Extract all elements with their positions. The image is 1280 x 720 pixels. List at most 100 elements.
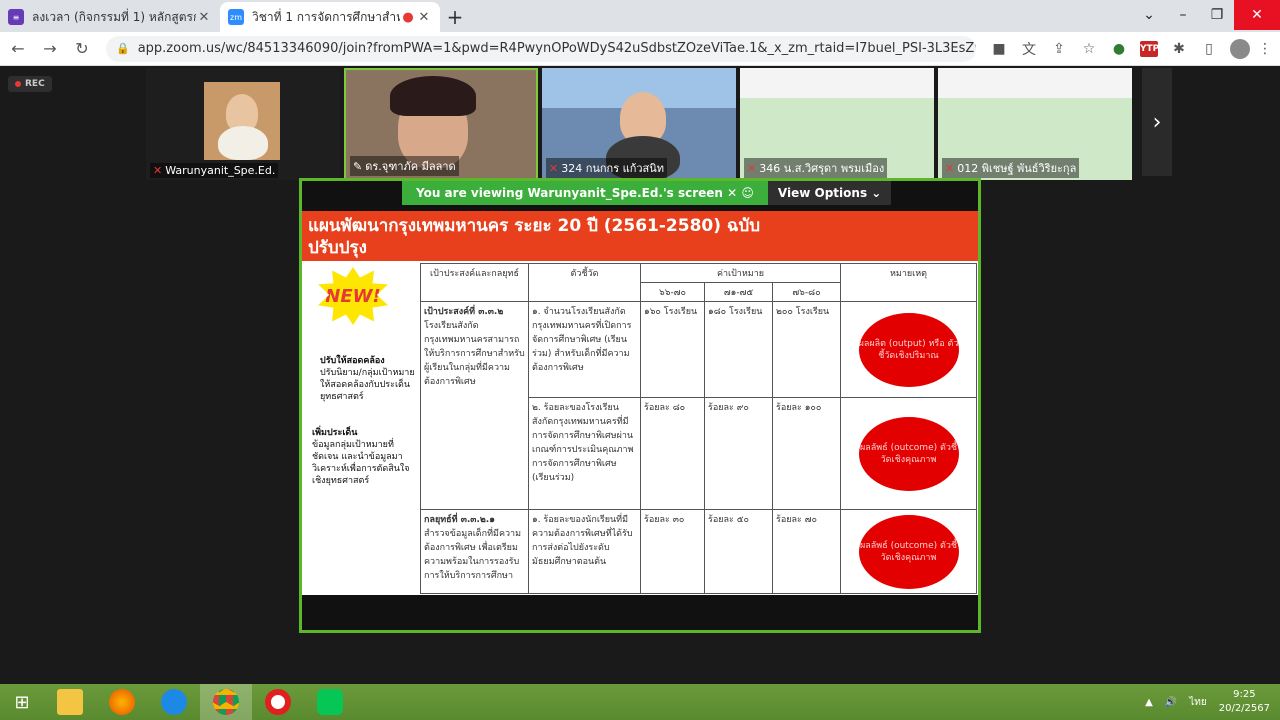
camera-icon[interactable]: ■ xyxy=(984,41,1014,57)
taskbar-firefox[interactable] xyxy=(96,684,148,720)
new-tab-button[interactable]: + xyxy=(440,2,470,32)
tray-overflow-icon[interactable]: ▲ xyxy=(1145,697,1153,708)
clock-date: 20/2/2567 xyxy=(1218,703,1270,714)
participant-video xyxy=(204,82,280,160)
remark-cell: ผลผลิต (output) หรือ ตัวชี้วัดเชิงปริมาณ xyxy=(840,301,977,398)
address-bar: ← → ↻ 🔒 app.zoom.us/wc/84513346090/join?… xyxy=(0,32,1280,66)
participant-tile[interactable]: ✕ Warunyanit_Spe.Ed. xyxy=(146,68,340,180)
recording-indicator: REC xyxy=(8,76,52,92)
chevron-down-icon: ⌄ xyxy=(871,186,882,200)
value-cell: ร้อยละ ๗๐ xyxy=(772,509,841,594)
screen-share-banner: You are viewing Warunyanit_Spe.Ed.'s scr… xyxy=(402,181,892,205)
browser-tab-bar: ≡ ลงเวลา (กิจกรรมที่ 1) หลักสูตรการฝึกอ … xyxy=(0,0,1280,32)
smile-icon: ☺ xyxy=(741,186,754,200)
window-controls: ⌄ – ❐ ✕ xyxy=(1132,0,1280,30)
participant-name: ✕ 324 กนกกร แก้วสนิท xyxy=(546,158,668,178)
side-panel-icon[interactable]: ▯ xyxy=(1194,41,1224,57)
next-participants-button[interactable]: › xyxy=(1142,68,1172,176)
extension-globe-icon[interactable]: ● xyxy=(1104,41,1134,57)
participant-tile[interactable]: ✕ 324 กนกกร แก้วสนิท xyxy=(542,68,736,180)
record-dot-icon xyxy=(15,81,21,87)
folder-icon xyxy=(57,689,83,715)
value-cell: ร้อยละ ๙๐ xyxy=(704,397,773,510)
system-tray: ▲ 🔊 ไทย 9:25 20/2/2567 xyxy=(1145,684,1270,720)
browser-toolbar: ■ 文 ⇪ ☆ ● YTP ✱ ▯ ⋮ xyxy=(984,38,1280,59)
table-row: กลยุทธ์ที่ ๓.๓.๒.๑ สำรวจข้อมูลเด็กที่มีคว… xyxy=(420,509,977,594)
pin-icon: ✎ xyxy=(353,160,363,173)
header-year: ๖๖-๗๐ xyxy=(640,282,705,302)
view-options-button[interactable]: View Options ⌄ xyxy=(767,181,892,205)
new-badge: NEW! xyxy=(318,267,388,325)
value-cell: ร้อยละ ๓๐ xyxy=(640,509,705,594)
lock-icon[interactable]: 🔒 xyxy=(116,42,130,55)
participant-name: ✕ 012 พิเชษฐ์ พันธ์วิริยะกุล xyxy=(942,158,1080,178)
value-cell: ๑๘๐ โรงเรียน xyxy=(704,301,773,398)
goal-cell: กลยุทธ์ที่ ๓.๓.๒.๑ สำรวจข้อมูลเด็กที่มีคว… xyxy=(420,509,529,594)
bookmark-star-icon[interactable]: ☆ xyxy=(1074,41,1104,57)
participant-tile[interactable]: ✕ 346 น.ส.วิศรุดา พรมเมือง xyxy=(740,68,934,180)
minimize-icon[interactable]: – xyxy=(1166,0,1200,30)
participant-name: ✎ ดร.จุฑาภัค มีลลาด xyxy=(350,156,459,176)
indicator-cell: ๒. ร้อยละของโรงเรียนสังกัดกรุงเทพมหานครท… xyxy=(528,397,641,510)
slide-notes: NEW! ปรับให้สอดคล้อง ปรับนิยาม/กลุ่มเป้า… xyxy=(302,263,420,595)
forward-icon[interactable]: → xyxy=(36,39,64,58)
remark-cell: ผลลัพธ์ (outcome) ตัวชี้วัดเชิงคุณภาพ xyxy=(840,397,977,510)
opera-icon xyxy=(265,689,291,715)
participant-tile-active-speaker[interactable]: ✎ ดร.จุฑาภัค มีลลาด xyxy=(344,68,538,180)
extensions-puzzle-icon[interactable]: ✱ xyxy=(1164,41,1194,57)
taskbar-opera[interactable] xyxy=(252,684,304,720)
clock[interactable]: 9:25 20/2/2567 xyxy=(1219,688,1270,716)
taskbar-chrome[interactable] xyxy=(200,684,252,720)
rec-label: REC xyxy=(25,79,45,89)
firefox-icon xyxy=(109,689,135,715)
taskbar-line[interactable] xyxy=(304,684,356,720)
goal-cell: เป้าประสงค์ที่ ๓.๓.๒ โรงเรียนสังกัดกรุงเท… xyxy=(420,301,529,510)
value-cell: ร้อยละ ๕๐ xyxy=(704,509,773,594)
slide-title-line1: แผนพัฒนากรุงเทพมหานคร ระยะ 20 ปี (2561-2… xyxy=(308,216,761,236)
input-language[interactable]: ไทย xyxy=(1189,695,1206,710)
header-goal: เป้าประสงค์และกลยุทธ์ xyxy=(420,263,529,302)
tab-search-icon[interactable]: ⌄ xyxy=(1132,0,1166,30)
participant-name: ✕ Warunyanit_Spe.Ed. xyxy=(150,163,279,178)
back-icon[interactable]: ← xyxy=(4,39,32,58)
presentation-slide: แผนพัฒนากรุงเทพมหานคร ระยะ 20 ปี (2561-2… xyxy=(302,211,978,595)
remark-bubble: ผลผลิต (output) หรือ ตัวชี้วัดเชิงปริมาณ xyxy=(858,312,959,387)
taskbar-file-explorer[interactable] xyxy=(44,684,96,720)
zoom-meeting-area: REC ✕ Warunyanit_Spe.Ed. ✎ ดร.จุฑาภัค มีลล… xyxy=(0,66,1280,684)
table-row: เป้าประสงค์ที่ ๓.๓.๒ โรงเรียนสังกัดกรุงเท… xyxy=(420,301,977,510)
slide-title: แผนพัฒนากรุงเทพมหานคร ระยะ 20 ปี (2561-2… xyxy=(302,211,978,261)
recording-dot-icon: ● xyxy=(402,9,414,25)
chrome-icon xyxy=(213,689,239,715)
muted-mic-icon: ✕ xyxy=(747,162,757,175)
translate-icon[interactable]: 文 xyxy=(1014,39,1044,59)
value-cell: ๒๐๐ โรงเรียน xyxy=(772,301,841,398)
browser-tab-zoom[interactable]: zm วิชาที่ 1 การจัดการศึกษาสำหรับผู้ ● ✕ xyxy=(220,2,440,32)
viewing-label: You are viewing Warunyanit_Spe.Ed.'s scr… xyxy=(402,181,768,205)
close-window-icon[interactable]: ✕ xyxy=(1234,0,1280,30)
taskbar-internet-explorer[interactable] xyxy=(148,684,200,720)
reload-icon[interactable]: ↻ xyxy=(68,39,96,58)
muted-mic-icon: ✕ xyxy=(549,162,559,175)
profile-avatar[interactable] xyxy=(1230,38,1250,59)
participant-tile[interactable]: ✕ 012 พิเชษฐ์ พันธ์วิริยะกุล xyxy=(938,68,1132,180)
header-year: ๗๖-๘๐ xyxy=(772,282,841,302)
close-icon[interactable]: ✕ xyxy=(196,10,212,25)
url-input[interactable]: 🔒 app.zoom.us/wc/84513346090/join?fromPW… xyxy=(106,35,976,62)
plan-table: เป้าประสงค์และกลยุทธ์ ตัวชี้วัด ค่าเป้าห… xyxy=(420,263,977,594)
remark-bubble: ผลลัพธ์ (outcome) ตัวชี้วัดเชิงคุณภาพ xyxy=(858,514,959,589)
chevron-right-icon: › xyxy=(1152,109,1162,135)
line-icon xyxy=(317,689,343,715)
restore-icon[interactable]: ❐ xyxy=(1200,0,1234,30)
value-cell: ร้อยละ ๘๐ xyxy=(640,397,705,510)
header-remark: หมายเหตุ xyxy=(840,263,977,302)
participant-strip: ✕ Warunyanit_Spe.Ed. ✎ ดร.จุฑาภัค มีลลาด ✕… xyxy=(146,68,1132,180)
share-icon[interactable]: ⇪ xyxy=(1044,41,1074,57)
menu-kebab-icon[interactable]: ⋮ xyxy=(1250,41,1280,57)
shared-screen: You are viewing Warunyanit_Spe.Ed.'s scr… xyxy=(299,178,981,633)
close-icon[interactable]: ✕ xyxy=(416,10,432,25)
ytp-extension-icon[interactable]: YTP xyxy=(1140,40,1159,57)
participant-name: ✕ 346 น.ส.วิศรุดา พรมเมือง xyxy=(744,158,888,178)
browser-tab-attendance[interactable]: ≡ ลงเวลา (กิจกรรมที่ 1) หลักสูตรการฝึกอ … xyxy=(0,2,220,32)
windows-start-icon[interactable]: ⊞ xyxy=(0,692,44,713)
volume-icon[interactable]: 🔊 xyxy=(1165,697,1177,708)
